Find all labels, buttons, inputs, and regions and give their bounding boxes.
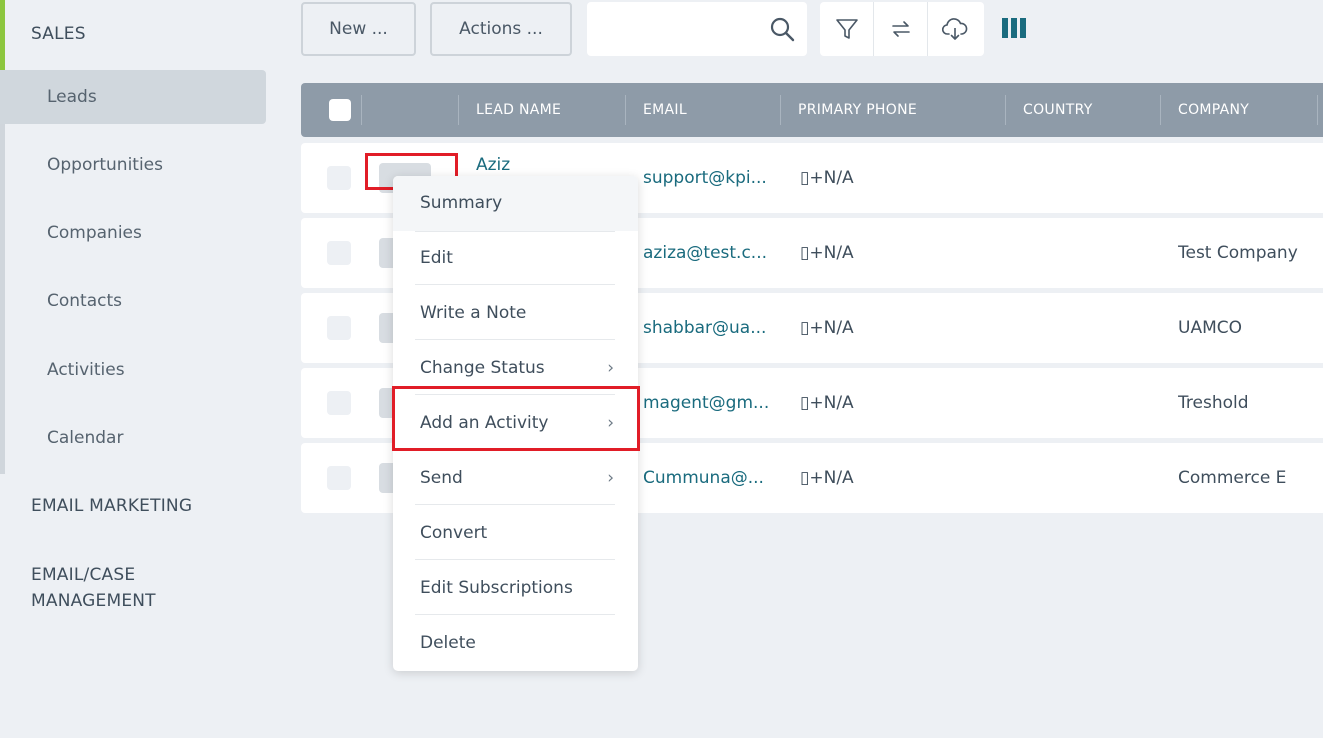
- sidebar: SALES Leads Opportunities Companies Cont…: [0, 0, 280, 738]
- phone-cell: ▯+N/A: [800, 168, 854, 188]
- columns-icon[interactable]: [1002, 18, 1026, 38]
- menu-divider: [415, 614, 615, 615]
- sidebar-item-calendar[interactable]: Calendar: [5, 411, 266, 465]
- phone-cell: ▯+N/A: [800, 243, 854, 263]
- header-company[interactable]: COMPANY: [1178, 83, 1249, 137]
- menu-item-label: Edit: [420, 248, 453, 268]
- company-cell: Test Company: [1178, 243, 1298, 263]
- nav-section-email-case-line2[interactable]: MANAGEMENT: [31, 591, 156, 611]
- cloud-download-icon: [941, 18, 968, 40]
- menu-item-delete[interactable]: Delete: [393, 616, 638, 671]
- company-cell: Treshold: [1178, 393, 1249, 413]
- email-link[interactable]: magent@gm...: [643, 368, 773, 438]
- menu-item-label: Change Status: [420, 358, 545, 378]
- sidebar-item-opportunities[interactable]: Opportunities: [5, 138, 266, 192]
- nav-section-email-case-line1[interactable]: EMAIL/CASE: [31, 565, 135, 585]
- sidebar-item-activities[interactable]: Activities: [5, 343, 266, 397]
- filter-icon: [835, 19, 858, 39]
- row-checkbox[interactable]: [327, 241, 351, 265]
- menu-item-label: Send: [420, 468, 463, 488]
- header-divider: [1005, 95, 1006, 125]
- select-all-checkbox[interactable]: [329, 99, 351, 121]
- header-divider: [458, 95, 459, 125]
- menu-item-label: Edit Subscriptions: [420, 578, 573, 598]
- menu-item-edit[interactable]: Edit: [393, 231, 638, 286]
- sidebar-item-contacts[interactable]: Contacts: [5, 274, 266, 328]
- row-checkbox[interactable]: [327, 391, 351, 415]
- search-input[interactable]: [587, 2, 807, 56]
- new-button[interactable]: New ...: [301, 2, 416, 56]
- menu-divider: [415, 559, 615, 560]
- sales-active-indicator: [0, 0, 5, 70]
- email-link[interactable]: support@kpi...: [643, 143, 773, 213]
- search-icon[interactable]: [769, 16, 795, 42]
- menu-divider: [415, 339, 615, 340]
- menu-divider: [415, 284, 615, 285]
- header-lead-name[interactable]: LEAD NAME: [476, 83, 561, 137]
- email-link[interactable]: aziza@test.c...: [643, 218, 773, 288]
- nav-section-email-marketing[interactable]: EMAIL MARKETING: [31, 496, 192, 516]
- menu-item-write-note[interactable]: Write a Note: [393, 286, 638, 341]
- menu-item-label: Delete: [420, 633, 476, 653]
- row-checkbox[interactable]: [327, 466, 351, 490]
- header-email[interactable]: EMAIL: [643, 83, 687, 137]
- download-button[interactable]: [928, 2, 982, 56]
- menu-item-convert[interactable]: Convert: [393, 506, 638, 561]
- refresh-icon: [891, 21, 910, 37]
- menu-item-edit-subscriptions[interactable]: Edit Subscriptions: [393, 561, 638, 616]
- phone-cell: ▯+N/A: [800, 468, 854, 488]
- menu-item-summary[interactable]: Summary: [393, 176, 638, 231]
- menu-divider: [415, 504, 615, 505]
- chevron-right-icon: ›: [607, 468, 614, 488]
- phone-cell: ▯+N/A: [800, 393, 854, 413]
- header-divider: [1160, 95, 1161, 125]
- table-header: LEAD NAME EMAIL PRIMARY PHONE COUNTRY CO…: [301, 83, 1323, 137]
- row-checkbox[interactable]: [327, 316, 351, 340]
- menu-item-label: Write a Note: [420, 303, 527, 323]
- highlight-add-activity: [392, 386, 640, 451]
- header-primary-phone[interactable]: PRIMARY PHONE: [798, 83, 917, 137]
- header-divider: [1317, 95, 1318, 125]
- header-country[interactable]: COUNTRY: [1023, 83, 1093, 137]
- header-divider: [780, 95, 781, 125]
- view-toolbar: [820, 2, 984, 56]
- phone-cell: ▯+N/A: [800, 318, 854, 338]
- header-divider: [361, 95, 362, 125]
- sidebar-item-companies[interactable]: Companies: [5, 206, 266, 260]
- filter-button[interactable]: [820, 2, 874, 56]
- company-cell: UAMCO: [1178, 318, 1242, 338]
- actions-button[interactable]: Actions ...: [430, 2, 572, 56]
- nav-section-sales[interactable]: SALES: [31, 24, 86, 44]
- row-checkbox[interactable]: [327, 166, 351, 190]
- header-divider: [625, 95, 626, 125]
- menu-item-label: Summary: [420, 193, 503, 213]
- email-link[interactable]: Cummuna@...: [643, 443, 773, 513]
- email-link[interactable]: shabbar@ua...: [643, 293, 773, 363]
- refresh-button[interactable]: [874, 2, 928, 56]
- sidebar-item-leads[interactable]: Leads: [0, 70, 266, 124]
- menu-item-send[interactable]: Send ›: [393, 451, 638, 506]
- company-cell: Commerce E: [1178, 468, 1287, 488]
- menu-item-label: Convert: [420, 523, 488, 543]
